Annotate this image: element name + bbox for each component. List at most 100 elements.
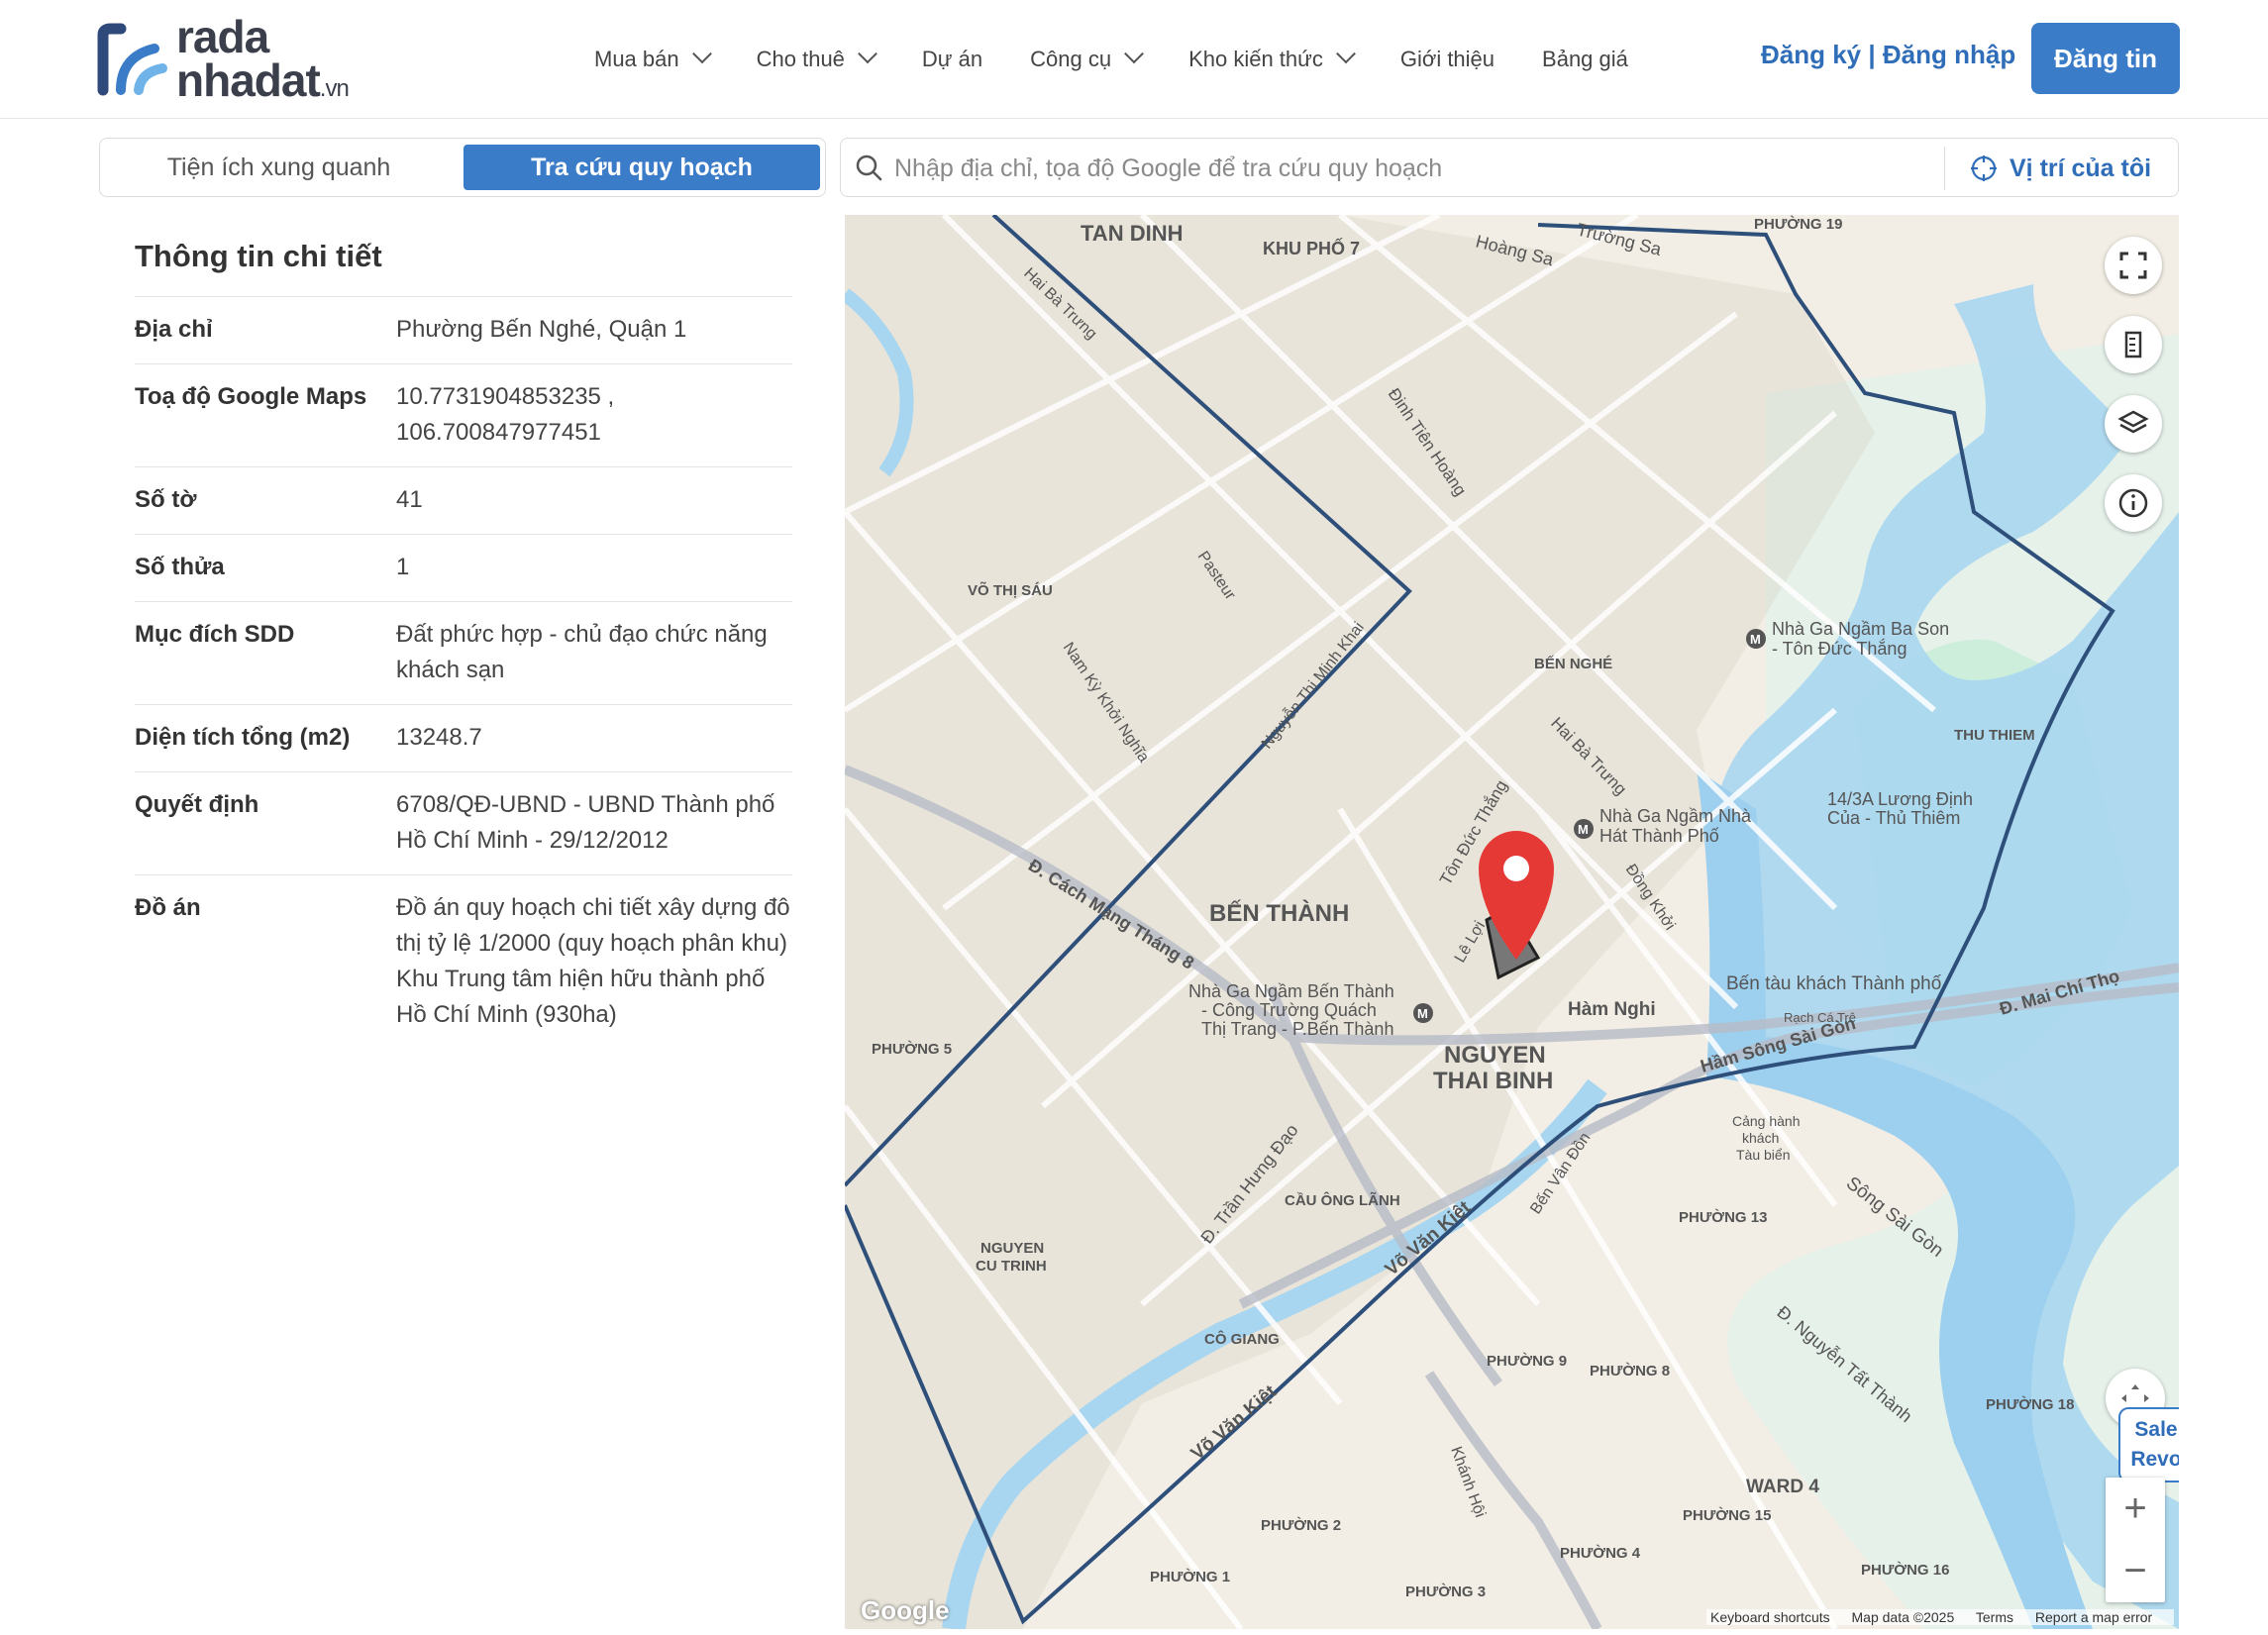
zoom-in-button[interactable]: +	[2106, 1478, 2165, 1540]
map-label: Nhà Ga Ngầm Ba Son	[1772, 619, 1949, 639]
nav-item-kho-kien-thuc[interactable]: Kho kiến thức	[1188, 44, 1356, 72]
nav-item-bang-gia[interactable]: Bảng giá	[1542, 47, 1628, 72]
terms-link[interactable]: Terms	[1976, 1609, 2013, 1625]
report-error-link[interactable]: Report a map error	[2035, 1609, 2152, 1625]
map-label: Hát Thành Phố	[1599, 826, 1719, 846]
detail-key: Số thửa	[135, 554, 225, 580]
map-label: Của - Thủ Thiêm	[1827, 808, 1960, 828]
fullscreen-icon	[2119, 252, 2147, 279]
map-label: BẾN NGHÉ	[1534, 656, 1612, 672]
nav-label: Giới thiệu	[1399, 47, 1495, 71]
map-label: PHƯỜNG 8	[1590, 1362, 1670, 1380]
info-button[interactable]	[2105, 474, 2162, 532]
legend-icon	[2124, 331, 2142, 358]
planning-map[interactable]: TAN DINH KHU PHỐ 7 BẾN THÀNH NGUYEN THAI…	[845, 215, 2179, 1629]
search-icon	[856, 154, 882, 181]
svg-text:M: M	[1578, 822, 1589, 837]
map-label: PHƯỜNG 9	[1487, 1352, 1567, 1370]
map-label: Thị Trang - P.Bến Thành	[1201, 1019, 1393, 1039]
legend-button[interactable]	[2105, 316, 2162, 373]
nav-label: Kho kiến thức	[1188, 47, 1323, 71]
nav-item-cong-cu[interactable]: Công cụ	[1030, 44, 1144, 72]
map-label: PHƯỜNG 13	[1679, 1208, 1767, 1226]
map-label: Bến tàu khách Thành phố	[1726, 973, 1942, 994]
map-canvas[interactable]: TAN DINH KHU PHỐ 7 BẾN THÀNH NGUYEN THAI…	[845, 215, 2179, 1629]
nav-item-du-an[interactable]: Dự án	[922, 47, 982, 72]
detail-row-area: Diện tích tổng (m2) 13248.7	[135, 705, 792, 772]
main-nav: Mua bán Cho thuê Dự án Công cụ Kho kiến …	[594, 0, 1676, 119]
logo[interactable]: rada nhadat.vn	[97, 11, 374, 103]
map-data-text: Map data ©2025	[1851, 1609, 1955, 1625]
detail-key: Địa chỉ	[135, 316, 213, 343]
map-label: 14/3A Lương Định	[1827, 789, 1973, 809]
map-label: khách	[1742, 1130, 1779, 1146]
google-logo: Google	[861, 1595, 950, 1625]
map-attribution: Keyboard shortcuts Map data ©2025 Terms …	[1706, 1609, 2175, 1625]
mode-tabs: Tiện ích xung quanh Tra cứu quy hoạch	[99, 138, 826, 197]
nav-item-mua-ban[interactable]: Mua bán	[594, 44, 712, 72]
map-label: - Tôn Đức Thắng	[1772, 638, 1907, 659]
map-label: TAN DINH	[1081, 221, 1183, 246]
nav-item-cho-thue[interactable]: Cho thuê	[756, 44, 877, 72]
tab-amenities[interactable]: Tiện ích xung quanh	[108, 145, 450, 190]
metro-station-icon: M	[1413, 1003, 1433, 1023]
map-label: THAI BINH	[1433, 1068, 1553, 1094]
map-label: Cảng hành	[1732, 1113, 1801, 1129]
nav-label: Cho thuê	[756, 47, 845, 71]
tab-planning-lookup[interactable]: Tra cứu quy hoạch	[464, 145, 820, 190]
svg-text:M: M	[1417, 1006, 1428, 1021]
my-location-label: Vị trí của tôi	[2010, 153, 2152, 182]
zoom-out-button[interactable]: −	[2106, 1540, 2165, 1602]
detail-row-decision: Quyết định 6708/QĐ-UBND - UBND Thành phố…	[135, 772, 792, 875]
chevron-down-icon	[691, 44, 712, 64]
nav-label: Mua bán	[594, 47, 679, 71]
keyboard-shortcuts-link[interactable]: Keyboard shortcuts	[1710, 1609, 1830, 1625]
map-label: CẦU ÔNG LÃNH	[1285, 1191, 1400, 1209]
chevron-down-icon	[1335, 44, 1356, 64]
logo-suffix: .vn	[319, 75, 350, 102]
details-title: Thông tin chi tiết	[135, 218, 792, 297]
metro-station-icon: M	[1574, 819, 1594, 839]
detail-value: 1	[396, 554, 410, 580]
metro-station-icon: M	[1746, 629, 1766, 649]
map-label: PHƯỜNG 5	[872, 1040, 952, 1058]
sale-revo-badge[interactable]: Sale Revo	[2118, 1407, 2179, 1482]
logo-line2: nhadat	[176, 54, 321, 106]
map-label: - Công Trường Quách	[1201, 1000, 1377, 1020]
map-label: Rạch Cá Trê	[1784, 1010, 1856, 1025]
svg-text:M: M	[1750, 632, 1761, 647]
detail-value: 6708/QĐ-UBND - UBND Thành phố Hồ Chí Min…	[396, 791, 775, 854]
map-label: WARD 4	[1746, 1477, 1819, 1497]
layers-button[interactable]	[2105, 395, 2162, 453]
detail-key: Mục đích SDD	[135, 621, 295, 648]
search-divider	[1944, 147, 1945, 190]
detail-key: Diện tích tổng (m2)	[135, 724, 351, 751]
detail-row-sheet-number: Số tờ 41	[135, 467, 792, 535]
fullscreen-button[interactable]	[2105, 237, 2162, 294]
detail-row-parcel-number: Số thửa 1	[135, 535, 792, 602]
post-listing-button[interactable]: Đăng tin	[2031, 23, 2180, 94]
detail-row-coordinates: Toạ độ Google Maps 10.7731904853235 , 10…	[135, 364, 792, 467]
map-label: VÕ THỊ SÁU	[968, 581, 1053, 599]
map-label: CÔ GIANG	[1204, 1330, 1280, 1348]
map-label: PHƯỜNG 16	[1861, 1561, 1949, 1579]
nav-item-gioi-thieu[interactable]: Giới thiệu	[1400, 47, 1495, 72]
detail-value: 13248.7	[396, 724, 482, 751]
map-label: Hàm Nghi	[1568, 999, 1656, 1020]
chevron-down-icon	[1124, 44, 1144, 64]
detail-value: Phường Bến Nghé, Quận 1	[396, 316, 687, 343]
search-input[interactable]	[894, 147, 1984, 190]
register-login-link[interactable]: Đăng ký | Đăng nhập	[1761, 40, 2015, 70]
map-label: PHƯỜNG 2	[1261, 1516, 1341, 1534]
map-label: PHƯỜNG 1	[1150, 1568, 1230, 1585]
info-icon	[2118, 488, 2148, 518]
map-label: NGUYEN	[980, 1240, 1044, 1257]
logo-mark-icon	[97, 21, 174, 98]
my-location-button[interactable]: Vị trí của tôi	[1970, 139, 2151, 198]
chevron-down-icon	[858, 44, 877, 64]
logo-line1: rada	[176, 11, 269, 63]
detail-row-land-use: Mục đích SDD Đất phức hợp - chủ đạo chức…	[135, 602, 792, 705]
detail-value: 41	[396, 486, 423, 513]
sale-line1: Sale	[2134, 1418, 2178, 1441]
detail-value: Đồ án quy hoạch chi tiết xây dựng đô thị…	[396, 894, 790, 1028]
